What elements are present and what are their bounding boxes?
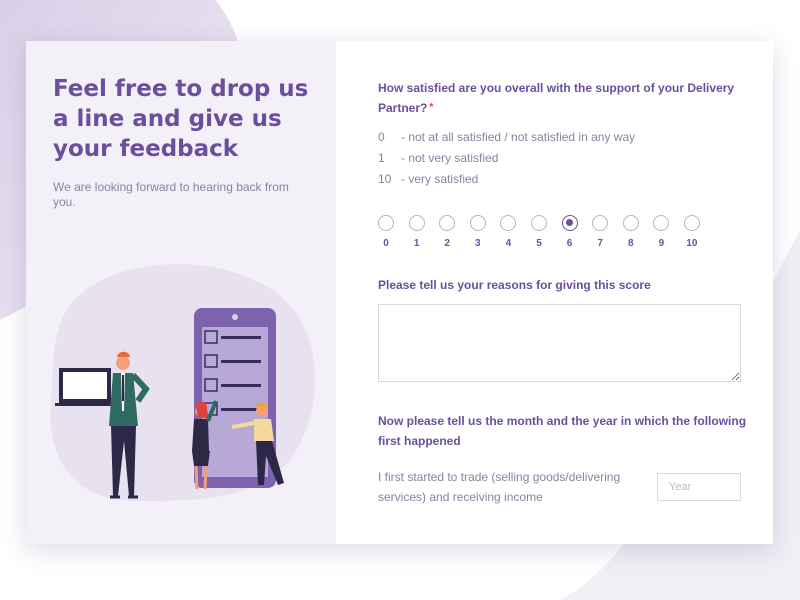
- satisfaction-option-6[interactable]: 6: [561, 215, 593, 249]
- radio-button[interactable]: [683, 215, 700, 231]
- radio-label: 6: [566, 238, 573, 249]
- radio-button[interactable]: [592, 215, 609, 231]
- scale-legend-value: 10: [378, 172, 392, 186]
- satisfaction-option-0[interactable]: 0: [378, 215, 409, 249]
- year-input[interactable]: [657, 473, 741, 501]
- scale-legend-row: 1 - not very satisfied: [378, 148, 635, 169]
- scale-legend-text: - not very satisfied: [401, 151, 499, 165]
- scale-legend-value: 0: [378, 130, 385, 144]
- radio-label: 4: [505, 238, 512, 249]
- satisfaction-option-4[interactable]: 4: [500, 215, 531, 249]
- radio-button[interactable]: [408, 215, 425, 231]
- page-subtitle: We are looking forward to hearing back f…: [53, 180, 289, 209]
- satisfaction-option-7[interactable]: 7: [592, 215, 623, 249]
- radio-label: 2: [444, 238, 450, 249]
- feedback-illustration: [50, 264, 316, 501]
- scale-legend-value: 1: [378, 151, 385, 165]
- satisfaction-question: How satisfied are you overall with the s…: [378, 78, 758, 118]
- radio-label: 1: [413, 238, 420, 249]
- reasons-question: Please tell us your reasons for giving t…: [378, 278, 651, 292]
- radio-button[interactable]: [378, 215, 394, 231]
- radio-label: 0: [383, 238, 389, 249]
- satisfaction-option-10[interactable]: 10: [683, 215, 715, 249]
- scale-legend-text: - very satisfied: [401, 172, 479, 186]
- satisfaction-option-2[interactable]: 2: [439, 215, 470, 249]
- scale-legend-row: 10 - very satisfied: [378, 169, 635, 190]
- radio-button[interactable]: [530, 215, 547, 231]
- trade-start-label: I first started to trade (selling goods/…: [378, 470, 621, 504]
- required-mark: *: [429, 102, 434, 113]
- radio-button[interactable]: [622, 215, 639, 231]
- radio-button[interactable]: [439, 215, 456, 231]
- radio-button[interactable]: [653, 215, 670, 231]
- radio-label: 8: [627, 238, 634, 249]
- radio-button[interactable]: [469, 215, 486, 231]
- radio-label: 9: [658, 238, 665, 249]
- scale-legend: 0 - not at all satisfied / not satisfied…: [378, 127, 635, 190]
- radio-label: 5: [536, 238, 542, 249]
- radio-label: 10: [686, 238, 698, 249]
- satisfaction-radio-group: 0 1 2 3 4 5 6 7 8 9 10: [378, 215, 715, 249]
- scale-legend-row: 0 - not at all satisfied / not satisfied…: [378, 127, 635, 148]
- satisfaction-option-5[interactable]: 5: [530, 215, 562, 249]
- satisfaction-option-8[interactable]: 8: [622, 215, 654, 249]
- radio-button[interactable]: [500, 215, 517, 231]
- radio-label: 3: [475, 238, 481, 249]
- radio-label: 7: [597, 238, 603, 249]
- reasons-textarea[interactable]: [378, 304, 741, 382]
- radio-button[interactable]: [561, 215, 578, 231]
- satisfaction-option-1[interactable]: 1: [408, 215, 440, 249]
- form-panel: How satisfied are you overall with the s…: [336, 41, 773, 544]
- date-question: Now please tell us the month and the yea…: [378, 414, 747, 448]
- feedback-card: Feel free to drop us a line and give us …: [26, 41, 773, 544]
- scale-legend-text: - not at all satisfied / not satisfied i…: [401, 130, 636, 144]
- satisfaction-option-9[interactable]: 9: [653, 215, 684, 249]
- satisfaction-option-3[interactable]: 3: [469, 215, 501, 249]
- left-panel: Feel free to drop us a line and give us …: [26, 41, 336, 544]
- page-title: Feel free to drop us a line and give us …: [53, 76, 309, 162]
